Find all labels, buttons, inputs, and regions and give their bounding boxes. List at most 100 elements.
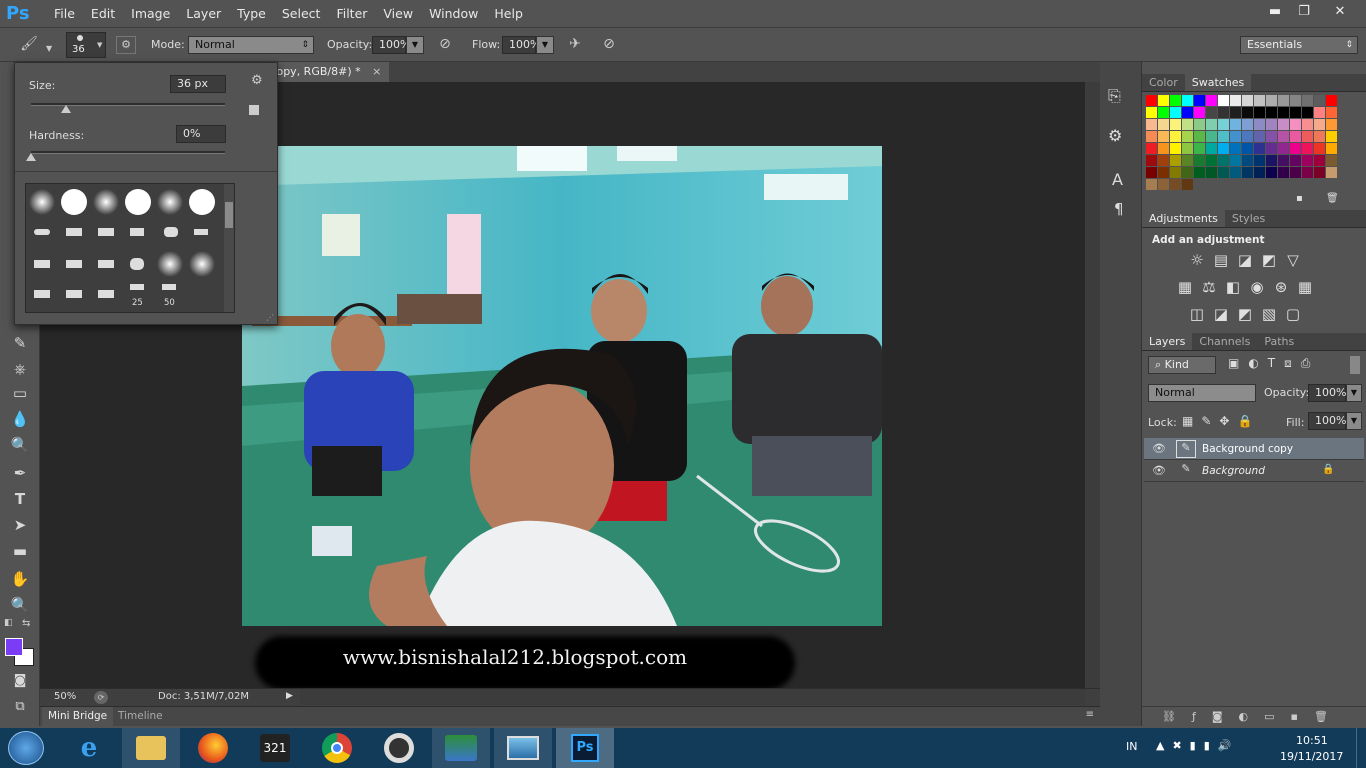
color-swatch[interactable] <box>1326 131 1337 142</box>
firefox-icon[interactable] <box>184 728 242 768</box>
color-swatch[interactable] <box>1326 95 1337 106</box>
properties-icon[interactable]: ⚙ <box>1108 126 1122 145</box>
healing-brush-tool-icon[interactable]: ✎ <box>6 332 34 354</box>
tab-adjustments[interactable]: Adjustments <box>1142 210 1225 227</box>
foreground-color-swatch[interactable] <box>5 638 23 656</box>
clock-time[interactable]: 10:51 <box>1296 734 1328 747</box>
new-swatch-icon[interactable]: ▪ <box>1296 193 1303 204</box>
new-preset-icon[interactable] <box>249 105 259 115</box>
color-swatch[interactable] <box>1146 155 1157 166</box>
hardness-slider-track[interactable] <box>31 151 225 154</box>
screen-mode-icon[interactable]: ⧉ <box>6 696 34 718</box>
gear-icon[interactable]: ⚙ <box>251 73 263 88</box>
close-button[interactable]: ✕ <box>1322 2 1358 20</box>
layer-filter-kind[interactable]: ⌕ Kind <box>1148 356 1216 374</box>
swatches-grid[interactable] <box>1142 92 1366 192</box>
color-swatch[interactable] <box>1290 131 1301 142</box>
color-swatch[interactable] <box>1278 95 1289 106</box>
menu-edit[interactable]: Edit <box>83 6 123 21</box>
color-swatch[interactable] <box>1266 119 1277 130</box>
selective-color-icon[interactable]: ▢ <box>1284 305 1302 323</box>
color-swatch[interactable] <box>1302 119 1313 130</box>
color-swatch[interactable] <box>1182 143 1193 154</box>
color-swatch[interactable] <box>1170 167 1181 178</box>
color-swatch[interactable] <box>1206 95 1217 106</box>
color-swatch[interactable] <box>1278 143 1289 154</box>
color-swatch[interactable] <box>1302 95 1313 106</box>
color-swatch[interactable] <box>1254 143 1265 154</box>
color-swatch[interactable] <box>1218 107 1229 118</box>
color-swatch[interactable] <box>1314 119 1325 130</box>
color-swatch[interactable] <box>1194 155 1205 166</box>
restore-button[interactable]: ❐ <box>1289 2 1319 20</box>
color-swatch[interactable] <box>1218 95 1229 106</box>
filter-toggle[interactable] <box>1350 356 1360 374</box>
menu-view[interactable]: View <box>375 6 421 21</box>
color-swatch[interactable] <box>1194 119 1205 130</box>
vertical-scrollbar[interactable] <box>1085 82 1100 688</box>
color-swatch[interactable] <box>1230 167 1241 178</box>
color-swatch[interactable] <box>1290 167 1301 178</box>
color-swatch[interactable] <box>1242 155 1253 166</box>
color-swatch[interactable] <box>1242 107 1253 118</box>
history-icon[interactable]: ⎘ <box>1108 86 1121 106</box>
photo-viewer-icon[interactable] <box>494 728 552 768</box>
photoshop-taskbar-icon[interactable]: Ps <box>556 728 614 768</box>
color-swatch[interactable] <box>1278 107 1289 118</box>
layers-footer-icons[interactable]: ⛓ƒ◙◐▭▪🗑 <box>1142 706 1366 726</box>
color-swatch[interactable] <box>1242 131 1253 142</box>
color-swatch[interactable] <box>1326 167 1337 178</box>
brush-presets-grid[interactable]: 25 50 <box>25 183 235 313</box>
brush-tool-icon[interactable]: 🖌 <box>18 36 40 52</box>
trash-icon[interactable]: 🗑 <box>1326 193 1339 204</box>
layer-name[interactable]: Background copy <box>1202 443 1293 455</box>
tab-color[interactable]: Color <box>1142 74 1185 91</box>
hardness-input[interactable]: 0% <box>176 125 226 143</box>
size-slider-thumb[interactable] <box>60 105 71 113</box>
color-swatch[interactable] <box>1158 143 1169 154</box>
menu-window[interactable]: Window <box>421 6 486 21</box>
tab-channels[interactable]: Channels <box>1192 333 1257 350</box>
layer-filter-icons[interactable]: ▣◐T⧈⎙ <box>1228 356 1319 371</box>
color-swatch[interactable] <box>1182 179 1193 190</box>
color-swatch[interactable] <box>1158 167 1169 178</box>
color-swatch[interactable] <box>1254 167 1265 178</box>
menu-layer[interactable]: Layer <box>178 6 229 21</box>
color-swatch[interactable] <box>1146 119 1157 130</box>
color-swatch[interactable] <box>1170 107 1181 118</box>
color-swatch[interactable] <box>1146 179 1157 190</box>
pressure-size-icon[interactable]: ⊘ <box>598 36 620 52</box>
menu-filter[interactable]: Filter <box>328 6 375 21</box>
color-swatch[interactable] <box>1218 167 1229 178</box>
dodge-tool-icon[interactable]: 🔍 <box>6 434 34 456</box>
color-swatch[interactable] <box>1146 131 1157 142</box>
color-swatch[interactable] <box>1278 131 1289 142</box>
color-swatch[interactable] <box>1146 143 1157 154</box>
minimize-button[interactable]: ▬ <box>1260 2 1290 20</box>
tab-swatches[interactable]: Swatches <box>1184 74 1252 91</box>
color-swatch[interactable] <box>1254 95 1265 106</box>
color-swatch[interactable] <box>1170 131 1181 142</box>
color-swatch[interactable] <box>1230 107 1241 118</box>
layer-name[interactable]: Background <box>1202 465 1265 477</box>
color-swatch[interactable] <box>1326 119 1337 130</box>
color-swatch[interactable] <box>1326 107 1337 118</box>
color-swatch[interactable] <box>1242 95 1253 106</box>
color-swatch[interactable] <box>1206 131 1217 142</box>
color-swatch[interactable] <box>1290 107 1301 118</box>
color-swatch[interactable] <box>1290 119 1301 130</box>
color-swatch[interactable] <box>1206 119 1217 130</box>
color-swatch[interactable] <box>1290 143 1301 154</box>
color-swatch[interactable] <box>1254 119 1265 130</box>
show-desktop-button[interactable] <box>1356 728 1366 768</box>
color-swatch[interactable] <box>1194 107 1205 118</box>
opacity-input[interactable]: 100% <box>372 36 410 54</box>
color-swatch[interactable] <box>1278 119 1289 130</box>
color-swatch[interactable] <box>1170 155 1181 166</box>
tab-paths[interactable]: Paths <box>1257 333 1301 350</box>
gradient-tool-icon[interactable]: ▭ <box>6 382 34 404</box>
color-swatch[interactable] <box>1170 119 1181 130</box>
color-swatch[interactable] <box>1230 155 1241 166</box>
color-swatch[interactable] <box>1266 95 1277 106</box>
curves-icon[interactable]: ◪ <box>1236 251 1254 269</box>
